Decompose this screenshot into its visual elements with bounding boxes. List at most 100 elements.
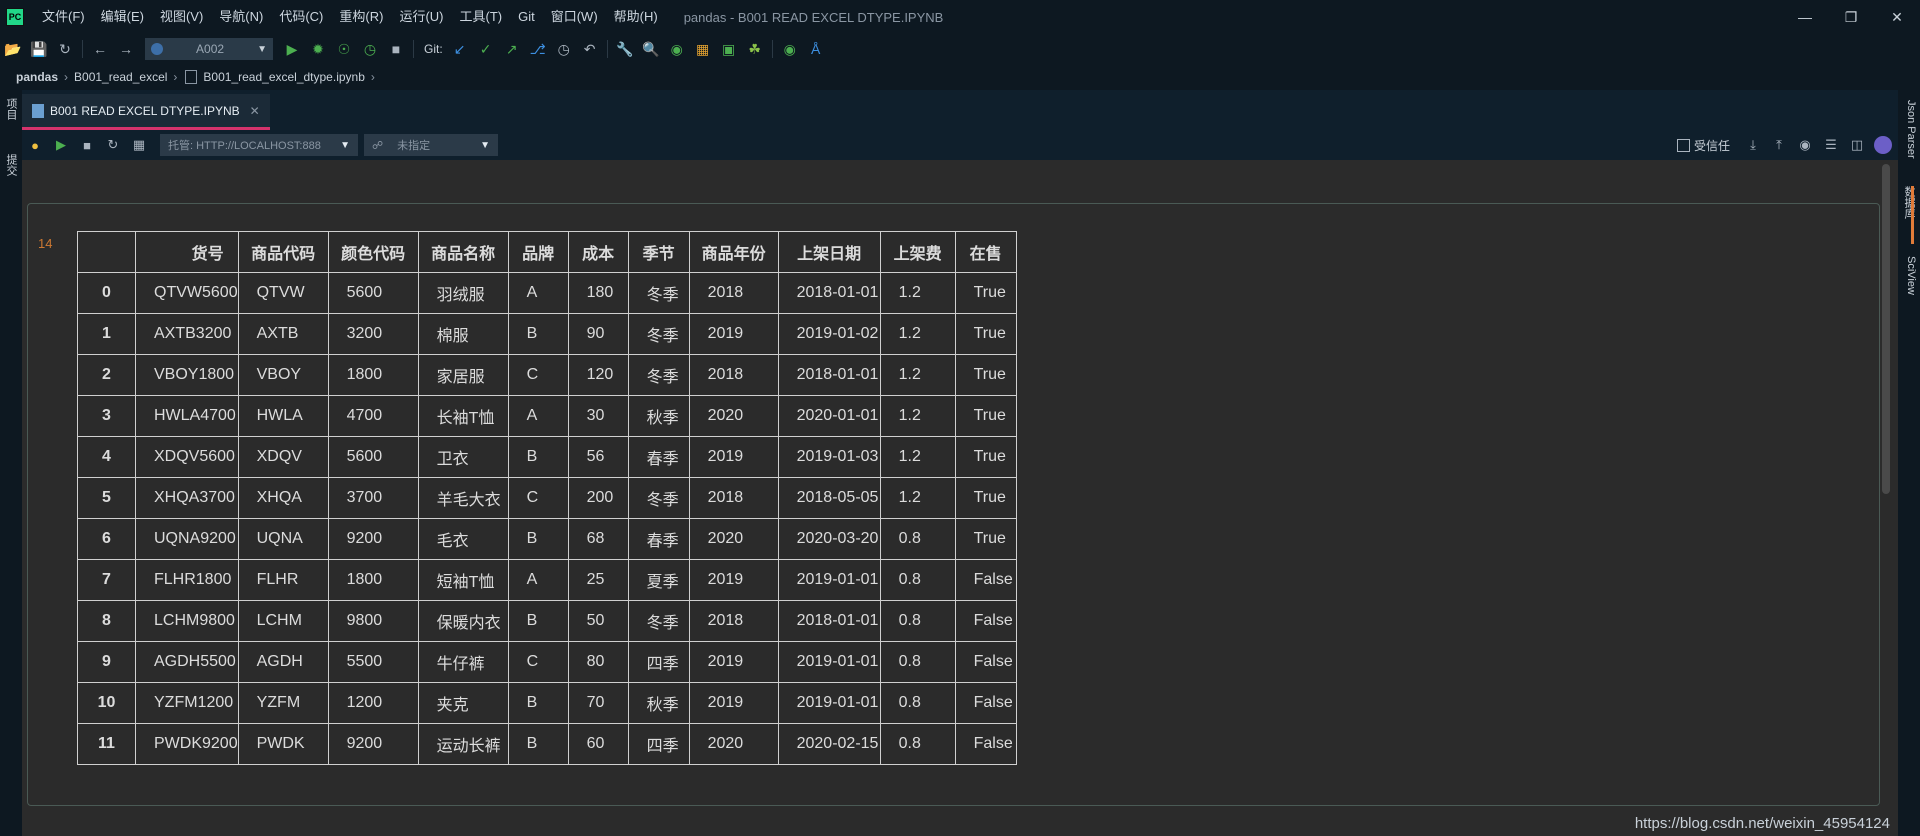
move-cell-down-icon[interactable]: ⤓ (1740, 132, 1766, 158)
git-branch-icon[interactable]: ⎇ (525, 36, 551, 62)
git-push-icon[interactable]: ↗ (499, 36, 525, 62)
table-row: 2 VBOY1800 VBOY 1800 家居服 C 120 冬季 2018 2018-01-01… (77, 354, 1017, 396)
table-cell: B (507, 682, 569, 724)
git-update-icon[interactable]: ↙ (447, 36, 473, 62)
rollback-icon[interactable]: ↶ (577, 36, 603, 62)
trusted-checkbox[interactable] (1676, 138, 1690, 152)
table-cell: 冬季 (627, 272, 690, 314)
table-cell: 夹克 (417, 682, 509, 724)
interrupt-kernel-icon[interactable]: ■ (74, 132, 100, 158)
kernel-value: 未指定 (397, 140, 431, 152)
table-cell: 2020-02-15 (777, 723, 881, 765)
table-cell: False (954, 641, 1017, 683)
move-cell-up-icon[interactable]: ⤒ (1766, 132, 1792, 158)
find-usages-icon[interactable]: ◉ (664, 36, 690, 62)
open-folder-icon[interactable]: 📂 (0, 36, 26, 62)
lightbulb-icon[interactable]: ● (22, 132, 48, 158)
preview-icon[interactable]: ◉ (1792, 132, 1818, 158)
table-cell: 1.2 (879, 272, 956, 314)
stop-icon[interactable]: ■ (383, 36, 409, 62)
json-parser-tool-button[interactable]: Json Parser (1901, 100, 1917, 159)
project-tool-button[interactable]: 项目 (3, 98, 19, 120)
table-cell: 5600 (327, 436, 419, 478)
editor-only-icon[interactable]: ☰ (1818, 132, 1844, 158)
menu-git[interactable]: Git (510, 0, 543, 34)
restore-icon[interactable]: ❐ (1828, 0, 1874, 34)
notebook-toolbar-right: 受信任 ⤓ ⤒ ◉ ☰ ◫ (1676, 130, 1892, 160)
debug-icon[interactable]: ✹ (305, 36, 331, 62)
table-cell: 5600 (327, 272, 419, 314)
trusted-label: 受信任 (1693, 138, 1730, 153)
toolbar-separator (413, 40, 414, 58)
menu-view[interactable]: 视图(V) (152, 0, 211, 34)
menu-edit[interactable]: 编辑(E) (93, 0, 152, 34)
menu-tools[interactable]: 工具(T) (451, 0, 510, 34)
menu-run[interactable]: 运行(U) (391, 0, 451, 34)
column-header: 成本 (567, 231, 629, 273)
run-icon[interactable]: ▶ (279, 36, 305, 62)
table-cell: 2019 (688, 641, 779, 683)
restart-kernel-icon[interactable]: ↻ (100, 132, 126, 158)
plugin-icon[interactable]: ☘ (742, 36, 768, 62)
table-cell: 0.8 (879, 518, 956, 560)
window-title: pandas - B001 READ EXCEL DTYPE.IPYNB (683, 9, 944, 25)
back-arrow-icon[interactable]: ← (87, 36, 113, 62)
table-cell: B (507, 600, 569, 642)
table-cell: UQNA (237, 518, 329, 560)
inspect-icon[interactable]: ◉ (777, 36, 803, 62)
table-cell: HWLA (237, 395, 329, 437)
dataframe-body: 0 QTVW5600 QTVW 5600 羽绒服 A 180 冬季 2018 2018-01-01… (77, 272, 1017, 765)
breadcrumb-folder[interactable]: B001_read_excel (70, 70, 171, 84)
coverage-icon[interactable]: ☉ (331, 36, 357, 62)
vertical-scrollbar[interactable] (1882, 164, 1890, 494)
database-tool-button[interactable]: 数据库 (1901, 186, 1917, 219)
avatar[interactable] (1874, 136, 1892, 154)
notebook-file-icon (32, 103, 44, 118)
sync-icon[interactable]: ↻ (52, 36, 78, 62)
menu-window[interactable]: 窗口(W) (543, 0, 606, 34)
run-config-value: A002 (196, 42, 225, 56)
commit-tool-button[interactable]: 提交 (3, 154, 19, 176)
run-config-select[interactable]: A002 ▼ (145, 38, 273, 60)
chevron-down-icon: ▼ (257, 43, 267, 55)
search-icon[interactable]: 🔍 (638, 36, 664, 62)
wrench-icon[interactable]: 🔧 (612, 36, 638, 62)
table-cell: 9200 (327, 723, 419, 765)
menu-refactor[interactable]: 重构(R) (331, 0, 391, 34)
run-all-icon[interactable]: ▶ (48, 132, 74, 158)
breadcrumb-project[interactable]: pandas (12, 70, 62, 84)
editor-tab-bar: B001 READ EXCEL DTYPE.IPYNB ✕ (22, 90, 1898, 130)
table-cell: 70 (567, 682, 629, 724)
minimize-icon[interactable]: — (1782, 0, 1828, 34)
split-view-icon[interactable]: ◫ (1844, 132, 1870, 158)
jupyter-server-select[interactable]: 托管: HTTP://LOCALHOST:888 ▼ (160, 134, 358, 156)
git-commit-icon[interactable]: ✓ (473, 36, 499, 62)
tab-notebook[interactable]: B001 READ EXCEL DTYPE.IPYNB ✕ (22, 94, 270, 130)
table-cell: 2019-01-03 (777, 436, 881, 478)
menu-file[interactable]: 文件(F) (34, 0, 93, 34)
database-icon[interactable]: ▣ (716, 36, 742, 62)
breadcrumb-file[interactable]: B001_read_excel_dtype.ipynb (199, 70, 368, 84)
table-cell: 90 (567, 313, 629, 355)
save-icon[interactable]: 💾 (26, 36, 52, 62)
table-cell: 80 (567, 641, 629, 683)
row-index: 7 (77, 559, 136, 601)
history-icon[interactable]: ◷ (551, 36, 577, 62)
close-icon[interactable]: ✕ (1874, 0, 1920, 34)
translate-icon[interactable]: Å (803, 36, 829, 62)
table-cell: A (507, 559, 569, 601)
close-tab-icon[interactable]: ✕ (250, 104, 260, 118)
sciview-tool-button[interactable]: SciView (1901, 256, 1917, 295)
table-cell: False (954, 559, 1017, 601)
structure-icon[interactable]: ▦ (690, 36, 716, 62)
row-index: 2 (77, 354, 136, 396)
variables-icon[interactable]: ▦ (126, 132, 152, 158)
table-cell: 2018-01-01 (777, 354, 881, 396)
menu-navigate[interactable]: 导航(N) (211, 0, 271, 34)
kernel-select[interactable]: ☍ 未指定 ▼ (364, 134, 498, 156)
table-cell: VBOY (237, 354, 329, 396)
profile-icon[interactable]: ◷ (357, 36, 383, 62)
menu-help[interactable]: 帮助(H) (606, 0, 666, 34)
menu-code[interactable]: 代码(C) (271, 0, 331, 34)
forward-arrow-icon[interactable]: → (113, 36, 139, 62)
